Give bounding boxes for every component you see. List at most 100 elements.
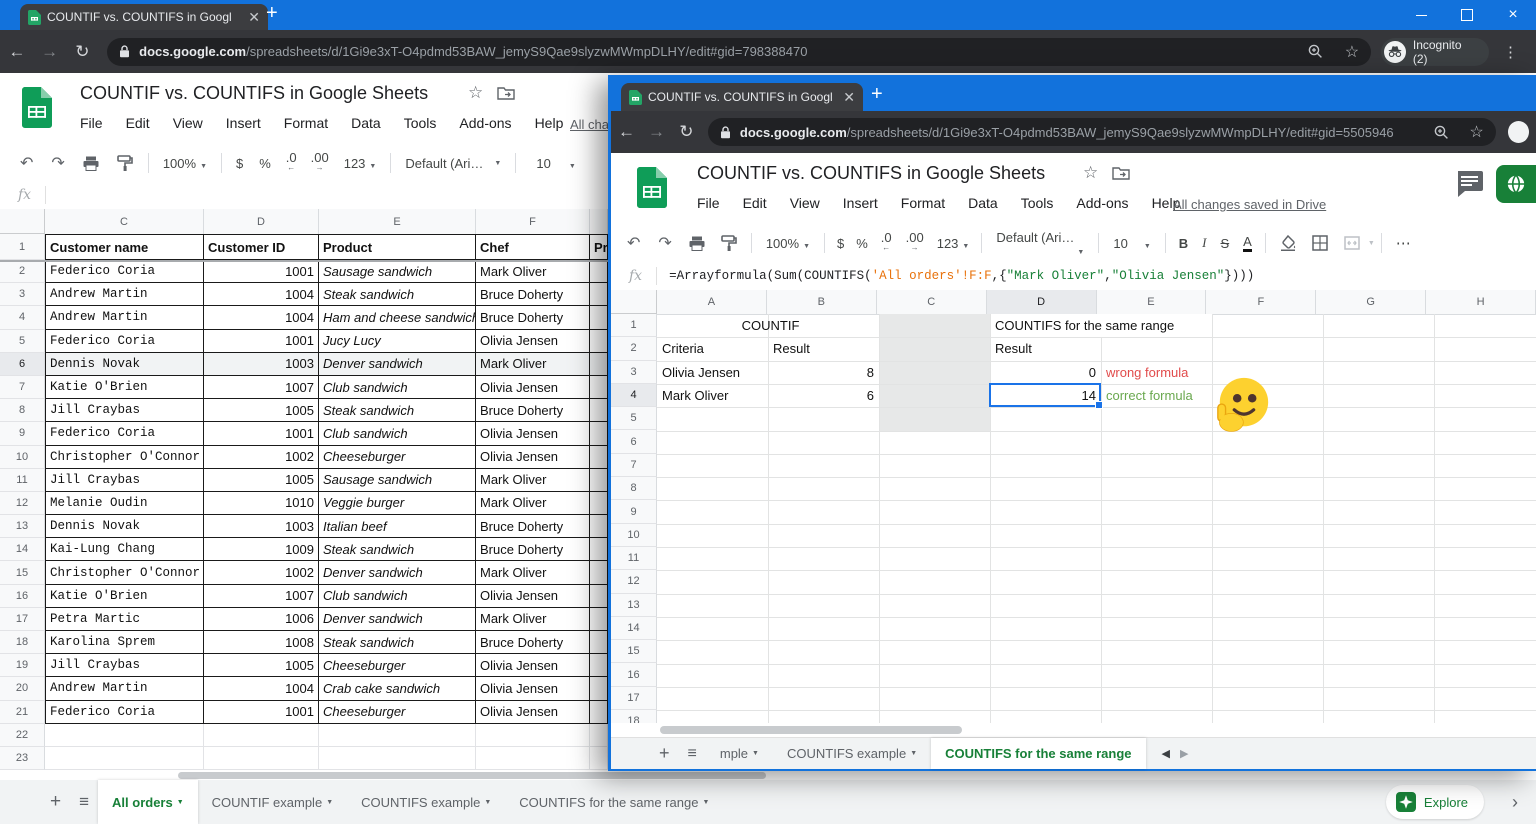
cell-criteria[interactable]: Mark Oliver xyxy=(658,384,768,407)
cell[interactable]: Italian beef xyxy=(319,515,476,538)
row-header-19[interactable]: 19 xyxy=(0,654,45,677)
cell[interactable]: Cheeseburger xyxy=(319,701,476,724)
row-header-6[interactable]: 6 xyxy=(0,353,45,376)
format-currency-button[interactable]: $ xyxy=(837,236,844,251)
menu-addons[interactable]: Add-ons xyxy=(1076,195,1128,211)
cell[interactable] xyxy=(590,515,608,538)
menu-file[interactable]: File xyxy=(697,195,720,211)
cell[interactable]: Denver sandwich xyxy=(319,608,476,631)
cell[interactable]: 1002 xyxy=(204,561,319,584)
cell[interactable] xyxy=(590,492,608,515)
cell[interactable]: Ham and cheese sandwich xyxy=(319,306,476,329)
row-header-7[interactable]: 7 xyxy=(0,376,45,399)
cell-countif-result[interactable]: 6 xyxy=(769,384,879,407)
cell[interactable]: Mark Oliver xyxy=(476,608,590,631)
col-header-G[interactable]: G xyxy=(1316,290,1426,314)
cell-criteria[interactable]: Olivia Jensen xyxy=(658,361,768,384)
cell[interactable]: Jill Craybas xyxy=(45,469,204,492)
bookmark-star-icon[interactable]: ☆ xyxy=(1345,42,1359,62)
cell[interactable]: Melanie Oudin xyxy=(45,492,204,515)
sheet-tab-countifs-example[interactable]: COUNTIFS example▼ xyxy=(347,780,505,824)
row-header-12[interactable]: 12 xyxy=(0,492,45,515)
bg-newtab-button[interactable]: + xyxy=(266,2,278,25)
star-doc-icon[interactable]: ☆ xyxy=(468,83,483,103)
more-formats-button[interactable]: 123▼ xyxy=(344,156,377,171)
row-header-1[interactable]: 1 xyxy=(0,234,45,260)
cell[interactable]: Chef xyxy=(476,234,590,260)
menu-help[interactable]: Help xyxy=(535,115,564,131)
cell[interactable] xyxy=(590,561,608,584)
cell[interactable]: Jucy Lucy xyxy=(319,330,476,353)
row-header-15[interactable]: 15 xyxy=(611,640,657,663)
cell[interactable] xyxy=(590,724,608,747)
cell[interactable] xyxy=(590,469,608,492)
cell[interactable]: Olivia Jensen xyxy=(476,677,590,700)
sheet-tab-countif-example[interactable]: COUNTIF example▼ xyxy=(198,780,347,824)
add-sheet-icon[interactable]: + xyxy=(659,743,670,764)
fg-browser-tab[interactable]: COUNTIF vs. COUNTIFS in Googl ✕ xyxy=(621,83,863,111)
menu-format[interactable]: Format xyxy=(284,115,328,131)
tab-dropdown-icon[interactable]: ▼ xyxy=(702,799,709,806)
text-color-button[interactable]: A xyxy=(1243,235,1252,252)
row-header-15[interactable]: 15 xyxy=(0,561,45,584)
row-header-22[interactable]: 22 xyxy=(0,724,45,747)
cell[interactable]: Bruce Doherty xyxy=(476,306,590,329)
more-formats-button[interactable]: 123▼ xyxy=(937,236,970,251)
borders-icon[interactable] xyxy=(1312,235,1328,251)
row-header-5[interactable]: 5 xyxy=(0,330,45,353)
row-header-14[interactable]: 14 xyxy=(0,538,45,561)
format-percent-button[interactable]: % xyxy=(856,236,868,251)
col-header-partial[interactable] xyxy=(590,209,608,234)
cell[interactable] xyxy=(590,376,608,399)
cell[interactable]: Jill Craybas xyxy=(45,654,204,677)
sheets-logo[interactable] xyxy=(22,87,52,128)
col-header-F[interactable]: F xyxy=(476,209,590,234)
forward-icon[interactable]: → xyxy=(34,42,66,62)
cell[interactable]: Andrew Martin xyxy=(45,677,204,700)
menu-view[interactable]: View xyxy=(173,115,203,131)
cell[interactable]: Sausage sandwich xyxy=(319,260,476,283)
fg-formula-bar[interactable]: fx =Arrayformula(Sum(COUNTIFS('All order… xyxy=(611,261,1536,291)
add-sheet-icon[interactable]: + xyxy=(50,791,61,813)
cell[interactable]: Karolina Sprem xyxy=(45,631,204,654)
cell[interactable]: 1004 xyxy=(204,677,319,700)
row-header-16[interactable]: 16 xyxy=(611,663,657,686)
bg-hscroll-thumb[interactable] xyxy=(178,772,766,779)
cell[interactable]: Federico Coria xyxy=(45,260,204,283)
minimize-button[interactable] xyxy=(1398,0,1444,30)
cell[interactable]: Bruce Doherty xyxy=(476,538,590,561)
bold-button[interactable]: B xyxy=(1179,236,1188,251)
cell[interactable] xyxy=(590,422,608,445)
row-header-8[interactable]: 8 xyxy=(611,477,657,500)
cell[interactable] xyxy=(204,724,319,747)
row-header-17[interactable]: 17 xyxy=(0,608,45,631)
row-header-23[interactable]: 23 xyxy=(0,747,45,770)
fill-handle[interactable] xyxy=(1095,401,1103,409)
cell[interactable]: Customer name xyxy=(45,234,204,260)
incognito-badge[interactable]: Incognito (2) xyxy=(1381,38,1489,66)
menu-edit[interactable]: Edit xyxy=(126,115,150,131)
cell[interactable]: Olivia Jensen xyxy=(476,422,590,445)
cell[interactable]: Price xyxy=(590,234,608,260)
row-header-2[interactable]: 2 xyxy=(611,337,657,360)
cell-countifs-result-header[interactable]: Result xyxy=(991,337,1101,360)
cell[interactable]: Veggie burger xyxy=(319,492,476,515)
cell[interactable]: Club sandwich xyxy=(319,585,476,608)
cell[interactable]: Federico Coria xyxy=(45,422,204,445)
cell[interactable] xyxy=(319,724,476,747)
paint-format-icon[interactable] xyxy=(721,235,737,251)
col-header-A[interactable]: A xyxy=(657,290,767,314)
cell[interactable]: Christopher O'Connor xyxy=(45,446,204,469)
row-header-10[interactable]: 10 xyxy=(0,446,45,469)
bg-tab-close-icon[interactable]: ✕ xyxy=(248,10,260,24)
decrease-decimal-button[interactable]: .0← xyxy=(881,233,892,253)
row-header-3[interactable]: 3 xyxy=(611,361,657,384)
cell-criteria-header[interactable]: Criteria xyxy=(658,337,768,360)
cell[interactable]: Federico Coria xyxy=(45,330,204,353)
maximize-button[interactable] xyxy=(1444,0,1490,30)
cell[interactable]: Denver sandwich xyxy=(319,353,476,376)
cell[interactable]: 1003 xyxy=(204,515,319,538)
row-header-10[interactable]: 10 xyxy=(611,524,657,547)
fg-tab-close-icon[interactable]: ✕ xyxy=(843,90,855,104)
cell[interactable] xyxy=(590,677,608,700)
